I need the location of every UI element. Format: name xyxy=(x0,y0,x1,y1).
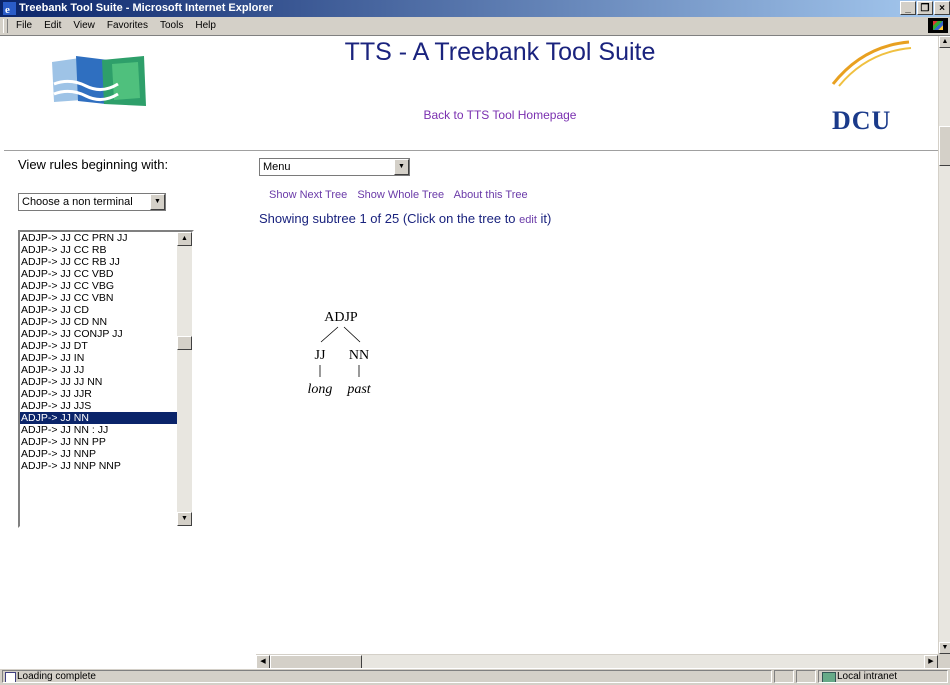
page-content: TTS - A Treebank Tool Suite Back to TTS … xyxy=(0,36,938,654)
nonterminal-select-value: Choose a non terminal xyxy=(22,196,133,208)
status-pane: Loading complete xyxy=(2,670,772,683)
menu-bar: File Edit View Favorites Tools Help xyxy=(0,17,950,36)
tree-links: Show Next Tree Show Whole Tree About thi… xyxy=(269,189,535,201)
show-next-tree-link[interactable]: Show Next Tree xyxy=(269,189,347,201)
tree-word-long: long xyxy=(308,382,333,397)
chevron-down-icon[interactable]: ▼ xyxy=(150,194,165,210)
page-title: TTS - A Treebank Tool Suite xyxy=(344,38,656,66)
scroll-up-icon[interactable]: ▲ xyxy=(939,36,950,48)
edit-link[interactable]: edit xyxy=(519,214,537,226)
scroll-down-icon[interactable]: ▼ xyxy=(939,642,950,654)
rule-list-item[interactable]: ADJP-> JJ NN PP xyxy=(20,436,177,448)
rule-list-scroll-thumb[interactable] xyxy=(177,336,192,350)
back-to-homepage-link[interactable]: Back to TTS Tool Homepage xyxy=(340,108,660,122)
scroll-left-icon[interactable]: ◀ xyxy=(256,655,270,669)
menu-favorites[interactable]: Favorites xyxy=(101,17,154,35)
frame-horizontal-scrollbar[interactable]: ◀ ▶ xyxy=(256,654,938,669)
close-button[interactable]: × xyxy=(934,1,950,15)
rule-list-items: ADJP-> JJ CC PRN JJ ADJP-> JJ CC RB ADJP->… xyxy=(20,232,177,472)
menu-select[interactable]: Menu ▼ xyxy=(259,158,410,176)
about-this-tree-link[interactable]: About this Tree xyxy=(454,189,528,201)
document-icon xyxy=(5,672,16,682)
show-whole-tree-link[interactable]: Show Whole Tree xyxy=(357,189,444,201)
menu-tools[interactable]: Tools xyxy=(154,17,189,35)
local-intranet-icon xyxy=(822,672,836,682)
rule-list-item[interactable]: ADJP-> JJ JJ NN xyxy=(20,376,177,388)
page-vertical-scrollbar[interactable]: ▲ ▼ xyxy=(938,36,950,654)
subtree-status: Showing subtree 1 of 25 (Click on the tr… xyxy=(259,211,551,226)
rule-list-item[interactable]: ADJP-> JJ CD NN xyxy=(20,316,177,328)
scroll-up-icon[interactable]: ▲ xyxy=(177,232,192,246)
rule-list-item[interactable]: ADJP-> JJ CC VBN xyxy=(20,292,177,304)
rule-list-item[interactable]: ADJP-> JJ CC VBD xyxy=(20,268,177,280)
tree-word-past: past xyxy=(346,382,371,397)
menu-view[interactable]: View xyxy=(67,17,101,35)
scroll-right-icon[interactable]: ▶ xyxy=(924,655,938,669)
subtree-status-prefix: Showing subtree 1 of 25 (Click on the tr… xyxy=(259,211,520,226)
rule-listbox[interactable]: ADJP-> JJ CC PRN JJ ADJP-> JJ CC RB ADJP->… xyxy=(18,230,194,528)
rule-list-scrollbar[interactable]: ▲ ▼ xyxy=(177,232,192,526)
rule-list-item[interactable]: ADJP-> JJ CC RB JJ xyxy=(20,256,177,268)
rule-list-item[interactable]: ADJP-> JJ DT xyxy=(20,340,177,352)
rule-list-item[interactable]: ADJP-> JJ CD xyxy=(20,304,177,316)
menu-edit[interactable]: Edit xyxy=(38,17,67,35)
tree-branch-right xyxy=(343,326,361,343)
rule-list-item[interactable]: ADJP-> JJ CC RB xyxy=(20,244,177,256)
rule-list-item[interactable]: ADJP-> JJ CONJP JJ xyxy=(20,328,177,340)
dcu-swoosh-icon xyxy=(831,40,912,87)
status-pane-security xyxy=(796,670,816,683)
rule-list-item[interactable]: ADJP-> JJ NN xyxy=(20,412,177,424)
parse-tree[interactable]: ADJP JJ NN long past xyxy=(296,306,386,401)
nonterminal-select[interactable]: Choose a non terminal ▼ xyxy=(18,193,166,211)
treebank-logo-icon xyxy=(52,56,146,106)
rule-list-item[interactable]: ADJP-> JJ JJ xyxy=(20,364,177,376)
dcu-logo-text: DCU xyxy=(832,106,892,135)
rule-list-item[interactable]: ADJP-> JJ JJR xyxy=(20,388,177,400)
window-controls: _ ❐ × xyxy=(900,1,950,15)
tree-tag-jj: JJ xyxy=(315,348,326,363)
chevron-down-icon[interactable]: ▼ xyxy=(394,159,409,175)
internet-explorer-icon: e xyxy=(3,2,16,15)
status-pane-progress xyxy=(774,670,794,683)
scroll-down-icon[interactable]: ▼ xyxy=(177,512,192,526)
restore-button[interactable]: ❐ xyxy=(917,1,933,15)
hscroll-spacer xyxy=(0,654,256,668)
rule-list-item[interactable]: ADJP-> JJ IN xyxy=(20,352,177,364)
subtree-status-suffix: it) xyxy=(536,211,552,226)
window-title-bar: e Treebank Tool Suite - Microsoft Intern… xyxy=(0,0,950,17)
status-bar: Loading complete Local intranet xyxy=(0,668,950,685)
toolbar-grip[interactable] xyxy=(3,19,8,33)
zone-text: Local intranet xyxy=(837,671,898,682)
zone-pane: Local intranet xyxy=(818,670,948,683)
rule-list-item[interactable]: ADJP-> JJ CC PRN JJ xyxy=(20,232,177,244)
header-divider xyxy=(4,150,938,151)
minimize-button[interactable]: _ xyxy=(900,1,916,15)
rule-list-item[interactable]: ADJP-> JJ JJS xyxy=(20,400,177,412)
rule-list-item[interactable]: ADJP-> JJ CC VBG xyxy=(20,280,177,292)
tree-root-label: ADJP xyxy=(324,310,358,325)
view-rules-label: View rules beginning with: xyxy=(18,157,169,172)
window-title: Treebank Tool Suite - Microsoft Internet… xyxy=(19,2,274,14)
menu-help[interactable]: Help xyxy=(189,17,222,35)
rule-list-item[interactable]: ADJP-> JJ NNP NNP xyxy=(20,460,177,472)
page-scroll-thumb[interactable] xyxy=(939,126,950,166)
size-grip[interactable] xyxy=(938,654,950,668)
frame-scroll-thumb[interactable] xyxy=(270,655,362,669)
status-text: Loading complete xyxy=(17,671,96,682)
windows-logo-icon xyxy=(928,18,948,33)
rule-list-item[interactable]: ADJP-> JJ NNP xyxy=(20,448,177,460)
menu-file[interactable]: File xyxy=(10,17,38,35)
tree-tag-nn: NN xyxy=(349,348,369,363)
menu-select-value: Menu xyxy=(263,161,291,173)
tree-branch-left xyxy=(320,326,339,343)
svg-text:e: e xyxy=(5,4,10,15)
rule-list-item[interactable]: ADJP-> JJ NN : JJ xyxy=(20,424,177,436)
